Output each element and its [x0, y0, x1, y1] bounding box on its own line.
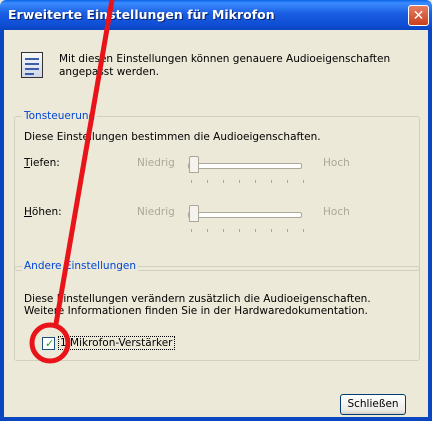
bass-label: Tiefen:	[24, 157, 60, 169]
checkmark-icon: ✓	[45, 337, 55, 350]
treble-slider-track[interactable]	[188, 212, 302, 218]
tone-control-legend: Tonsteuerung	[22, 110, 98, 122]
bass-slider-ticks	[191, 180, 304, 183]
close-icon: ✕	[412, 8, 425, 24]
close-window-button[interactable]: ✕	[408, 5, 429, 26]
settings-document-icon	[21, 52, 43, 78]
bass-slider-track[interactable]	[188, 163, 302, 169]
bass-high-label: Hoch	[323, 157, 350, 169]
tone-control-group: Tonsteuerung Diese Einstellungen bestimm…	[14, 110, 420, 271]
treble-label: Höhen:	[24, 206, 62, 218]
title-bar[interactable]: Erweiterte Einstellungen für Mikrofon ✕	[0, 0, 432, 30]
treble-slider-thumb[interactable]	[189, 205, 199, 222]
other-settings-group: Andere Einstellungen Diese Einstellungen…	[14, 260, 420, 361]
mic-boost-label[interactable]: 1 Mikrofon-Verstärker	[58, 336, 175, 350]
info-text: Mit diesen Einstellungen können genauere…	[59, 53, 391, 78]
other-description-line1: Diese Einstellungen verändern zusätzlich…	[24, 293, 371, 305]
dialog-window: Erweiterte Einstellungen für Mikrofon ✕ …	[0, 0, 432, 421]
bass-low-label: Niedrig	[137, 157, 175, 169]
bass-slider-thumb[interactable]	[189, 156, 199, 173]
tone-description: Diese Einstellungen bestimmen die Audioe…	[24, 131, 321, 143]
close-button[interactable]: Schließen	[340, 394, 406, 415]
window-frame-bottom	[0, 417, 432, 421]
treble-slider-ticks	[191, 229, 304, 232]
mic-boost-checkbox[interactable]: ✓	[42, 337, 55, 350]
other-settings-legend: Andere Einstellungen	[22, 260, 139, 272]
treble-high-label: Hoch	[323, 206, 350, 218]
other-description-line2: Weitere Informationen finden Sie in der …	[24, 305, 368, 317]
dialog-content: Mit diesen Einstellungen können genauere…	[4, 30, 428, 416]
window-frame-right	[428, 30, 432, 421]
window-title: Erweiterte Einstellungen für Mikrofon	[8, 7, 275, 22]
treble-low-label: Niedrig	[137, 206, 175, 218]
